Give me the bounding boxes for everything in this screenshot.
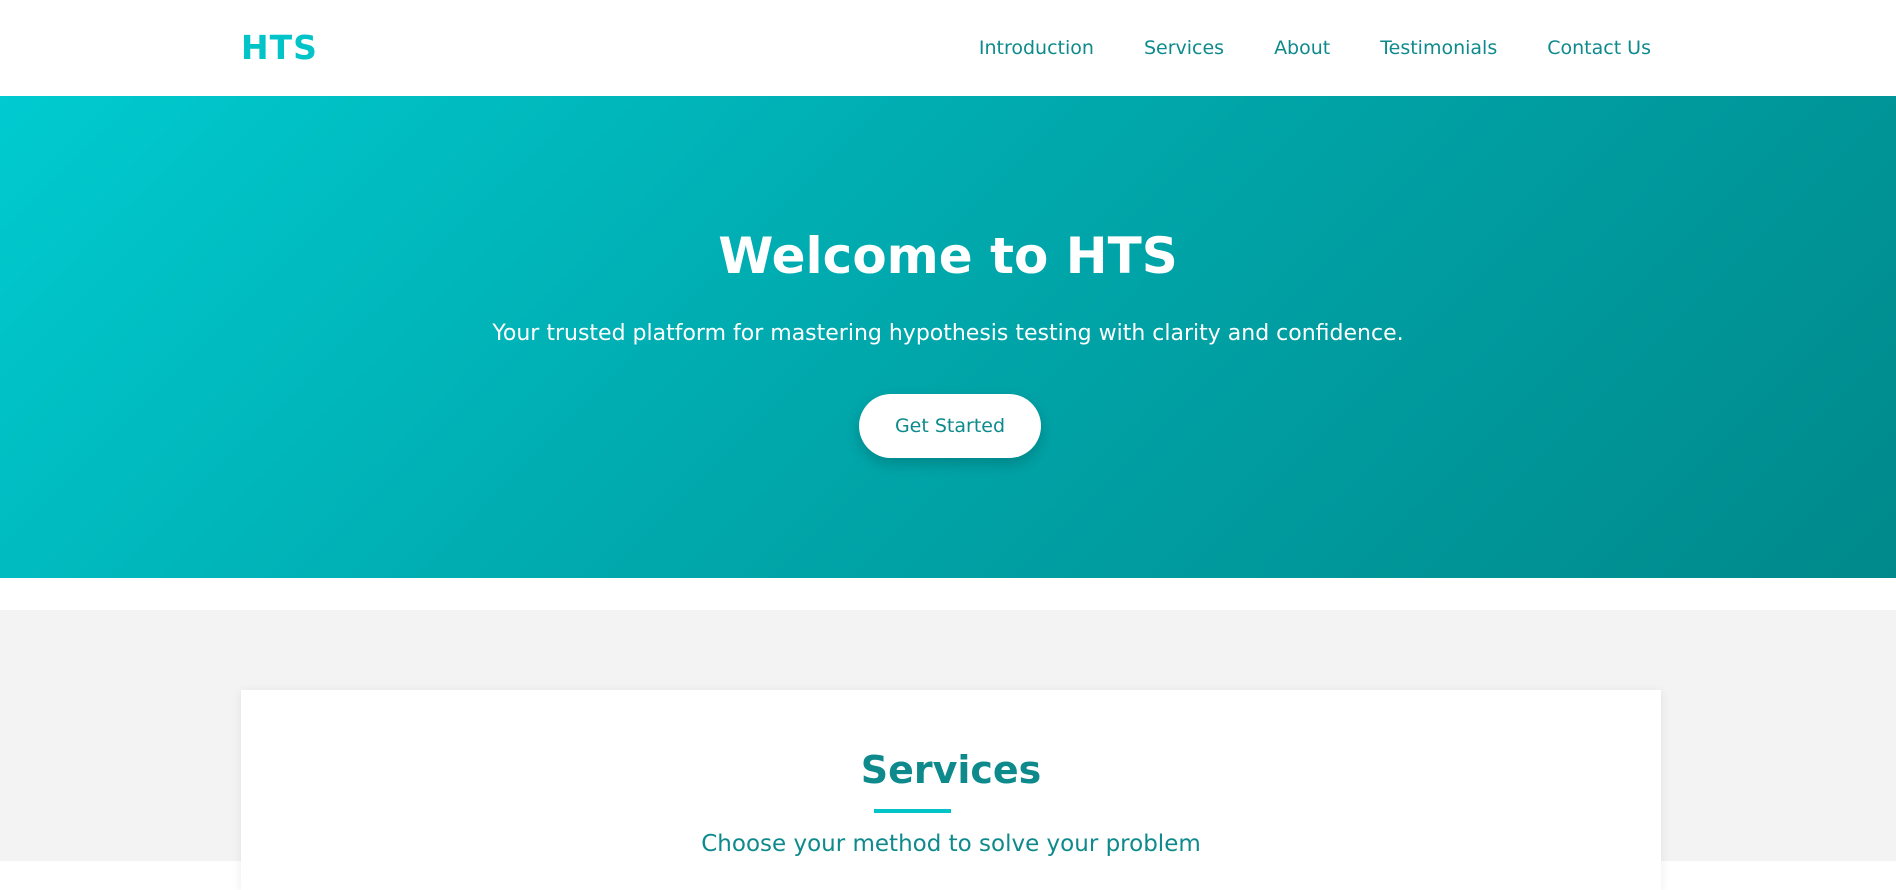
nav-link-services[interactable]: Services	[1144, 36, 1224, 60]
services-card: Services Choose your method to solve you…	[241, 690, 1661, 890]
services-title-underline	[874, 809, 951, 813]
nav-link-contact-us[interactable]: Contact Us	[1547, 36, 1651, 60]
hero-title: Welcome to HTS	[718, 227, 1178, 285]
nav-link-testimonials[interactable]: Testimonials	[1380, 36, 1497, 60]
nav-links: Introduction Services About Testimonials…	[979, 36, 1651, 60]
nav-link-about[interactable]: About	[1274, 36, 1330, 60]
hero-subtitle: Your trusted platform for mastering hypo…	[492, 321, 1404, 346]
nav-link-introduction[interactable]: Introduction	[979, 36, 1094, 60]
services-subtitle: Choose your method to solve your problem	[701, 831, 1201, 857]
services-section: Services Choose your method to solve you…	[0, 610, 1896, 890]
services-title: Services	[860, 748, 1042, 792]
hero-section: Welcome to HTS Your trusted platform for…	[0, 96, 1896, 578]
get-started-button[interactable]: Get Started	[859, 394, 1041, 458]
top-navbar: HTS Introduction Services About Testimon…	[0, 0, 1896, 96]
site-logo[interactable]: HTS	[241, 30, 318, 66]
